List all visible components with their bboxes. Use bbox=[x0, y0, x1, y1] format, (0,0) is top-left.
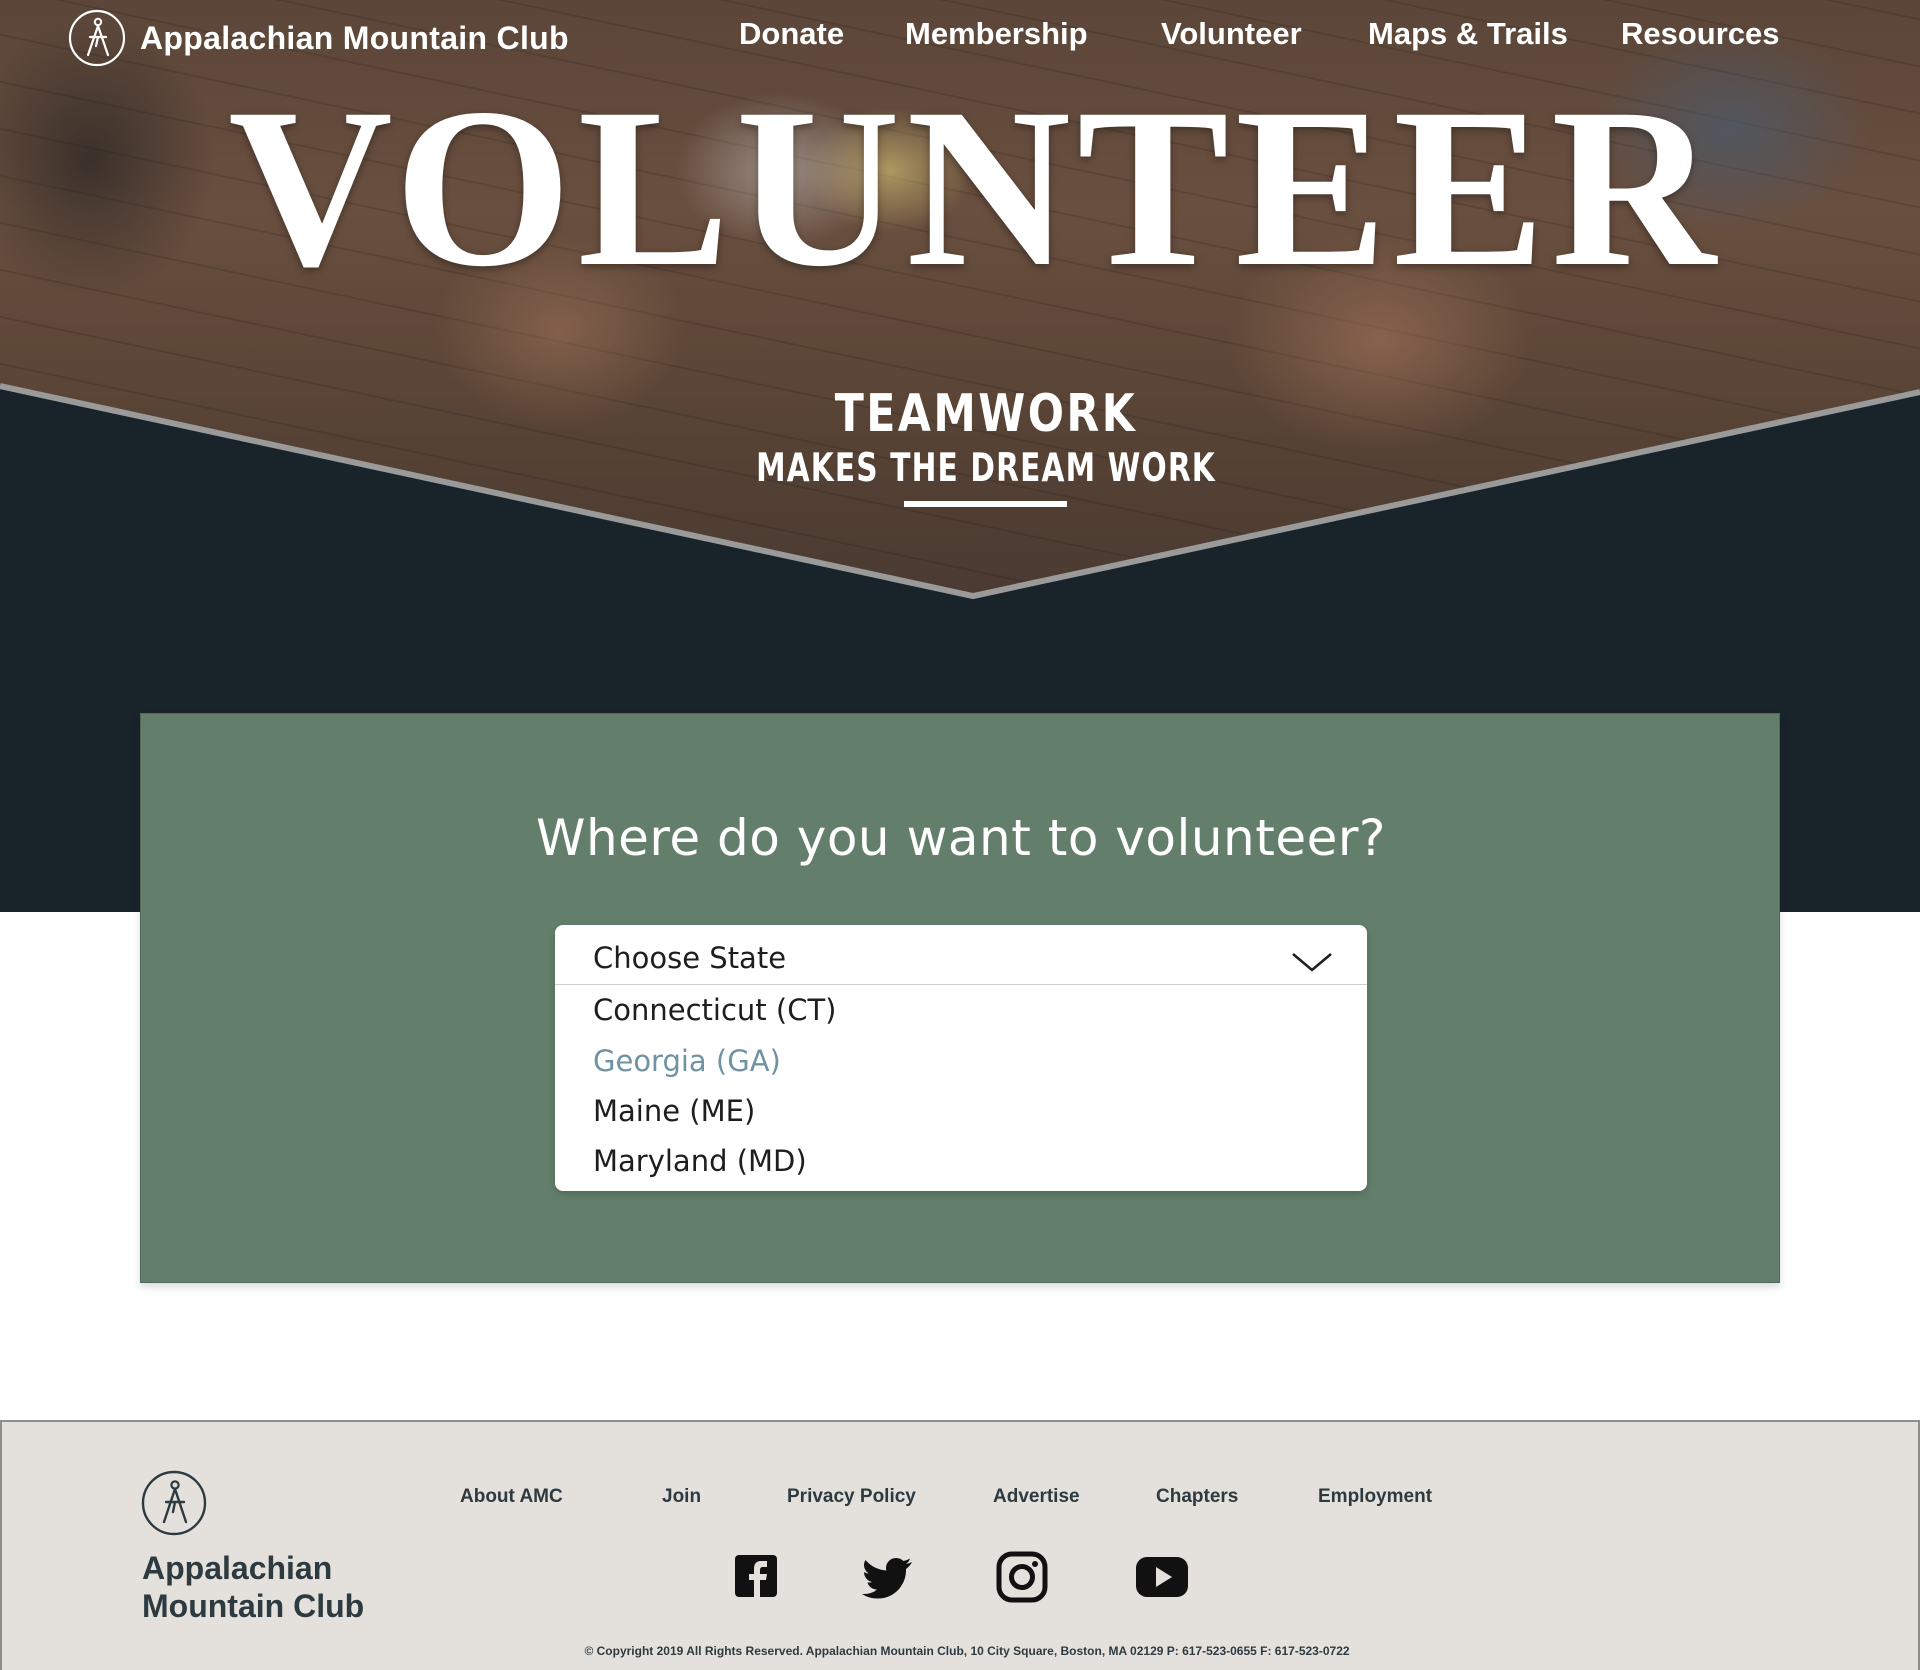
footer-link-advertise[interactable]: Advertise bbox=[993, 1486, 1080, 1508]
tagline-underline bbox=[904, 501, 1067, 507]
state-option-maine[interactable]: Maine (ME) bbox=[593, 1094, 755, 1128]
youtube-icon[interactable] bbox=[1134, 1550, 1190, 1604]
volunteer-location-panel: Where do you want to volunteer? Choose S… bbox=[140, 713, 1780, 1283]
nav-membership[interactable]: Membership bbox=[905, 16, 1088, 52]
footer-link-privacy[interactable]: Privacy Policy bbox=[787, 1486, 916, 1508]
footer-brand-line2: Mountain Club bbox=[142, 1588, 365, 1624]
state-select-trigger[interactable]: Choose State bbox=[555, 925, 1367, 985]
footer-link-chapters[interactable]: Chapters bbox=[1156, 1486, 1238, 1508]
state-select-placeholder: Choose State bbox=[593, 941, 787, 975]
nav-volunteer[interactable]: Volunteer bbox=[1161, 16, 1302, 52]
instagram-icon[interactable] bbox=[995, 1550, 1049, 1604]
volunteer-question: Where do you want to volunteer? bbox=[536, 809, 1386, 867]
footer-brand-line1: Appalachian bbox=[142, 1550, 333, 1586]
nav-resources[interactable]: Resources bbox=[1621, 16, 1780, 52]
state-option-maryland[interactable]: Maryland (MD) bbox=[593, 1144, 807, 1178]
facebook-icon[interactable] bbox=[730, 1550, 784, 1604]
state-option-georgia[interactable]: Georgia (GA) bbox=[593, 1044, 781, 1078]
state-option-connecticut[interactable]: Connecticut (CT) bbox=[593, 993, 836, 1027]
copyright-text: © Copyright 2019 All Rights Reserved. Ap… bbox=[584, 1644, 1350, 1658]
nav-donate[interactable]: Donate bbox=[739, 16, 844, 52]
site-footer: Appalachian Mountain Club About AMC Join… bbox=[0, 1420, 1920, 1670]
twitter-icon[interactable] bbox=[862, 1550, 916, 1604]
footer-brand-name: Appalachian Mountain Club bbox=[142, 1549, 364, 1625]
hero-title: VOLUNTEER bbox=[228, 62, 1722, 314]
amc-hiker-logo-icon bbox=[141, 1470, 207, 1536]
footer-link-join[interactable]: Join bbox=[662, 1486, 701, 1508]
footer-link-about[interactable]: About AMC bbox=[460, 1486, 563, 1508]
hero-tagline-line2: MAKES THE DREAM WORK bbox=[756, 446, 1216, 491]
main-nav: Donate Membership Volunteer Maps & Trail… bbox=[0, 16, 1920, 56]
nav-maps-trails[interactable]: Maps & Trails bbox=[1368, 16, 1568, 52]
footer-link-employment[interactable]: Employment bbox=[1318, 1486, 1432, 1508]
state-select-dropdown[interactable]: Choose State Connecticut (CT) Georgia (G… bbox=[555, 925, 1367, 1191]
chevron-down-icon[interactable] bbox=[1291, 951, 1333, 973]
hero-tagline-line1: TEAMWORK bbox=[834, 384, 1138, 444]
